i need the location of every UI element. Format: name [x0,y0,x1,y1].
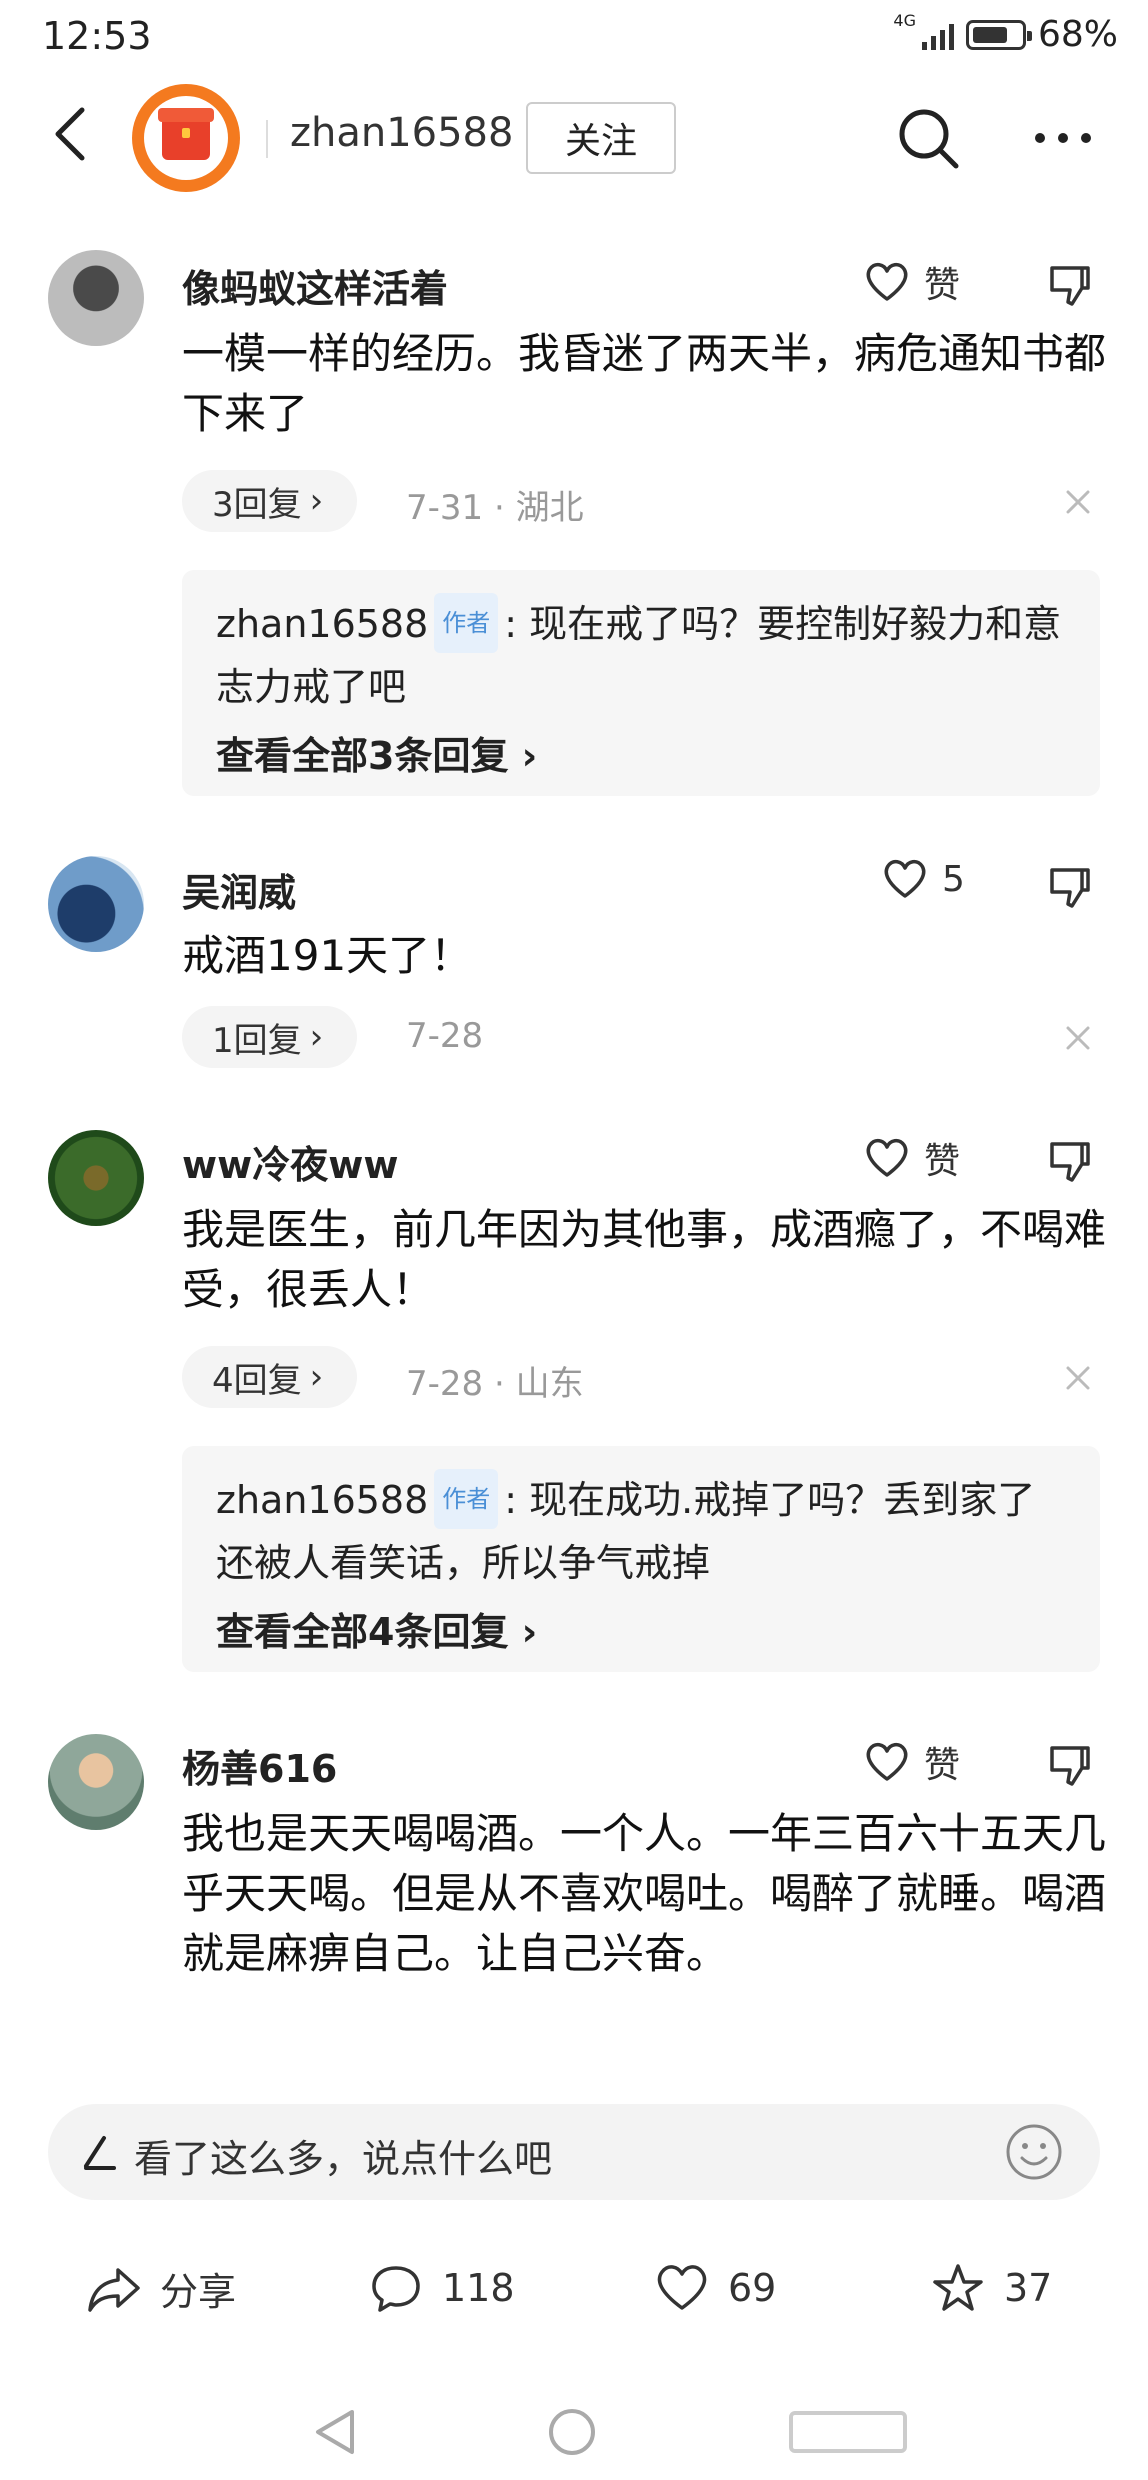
reply-count-button[interactable]: 3回复 › [182,470,358,532]
dislike-icon[interactable] [1046,1138,1094,1186]
sub-reply-box[interactable]: zhan16588 作者: 现在戒了吗？要控制好毅力和意志力戒了吧 查看全部3条回… [182,570,1100,796]
comment-text: 戒酒191天了！ [182,931,473,980]
nav-recents-icon[interactable] [788,2410,908,2454]
like-button[interactable]: 5 [882,858,965,900]
heart-icon [866,262,908,301]
reply-count-button[interactable]: 4回复 › [182,1346,358,1408]
heart-icon [657,2265,707,2310]
battery-icon [965,19,1032,50]
comment-text: 我是医生，前几年因为其他事，成酒瘾了，不喝难受，很丢人！ [182,1205,1107,1314]
view-all-label: 查看全部3条回复 [216,734,509,778]
like-count: 5 [942,858,965,900]
status-time: 12:53 [42,14,152,58]
sub-reply-author[interactable]: zhan16588 [216,602,428,646]
favorite-count: 37 [1004,2266,1053,2310]
divider [266,120,268,158]
comment-text: 我也是天天喝喝酒。一个人。一年三百六十五天几乎天天喝。但是从不喜欢喝吐。喝醉了就… [182,1809,1107,1978]
star-icon [933,2264,983,2311]
commenter-name[interactable]: 杨善616 [182,1738,337,1793]
heart-icon [866,1742,908,1781]
commenter-avatar[interactable] [48,856,144,952]
like-label: 赞 [924,265,961,306]
signal-icon [921,20,954,50]
emoji-icon[interactable] [1004,2122,1064,2182]
comment-icon [372,2266,420,2312]
network-type: 4G [893,11,916,30]
commenter-avatar[interactable] [48,1130,144,1226]
nav-back-icon[interactable] [312,2406,360,2458]
view-all-replies-link[interactable]: 查看全部4条回复 › [216,1601,1066,1656]
share-button[interactable]: 分享 [86,2260,236,2316]
top-bar: zhan16588 关注 [0,78,1148,198]
sub-reply-author[interactable]: zhan16588 [216,1478,428,1522]
like-button[interactable]: 赞 [864,1736,960,1788]
chevron-right-icon: › [309,481,324,521]
close-icon[interactable] [1062,1362,1094,1394]
heart-icon [884,859,926,898]
reply-count: 4回复 [212,1360,302,1401]
commenter-name[interactable]: ww冷夜ww [182,1134,398,1189]
commenter-avatar[interactable] [48,1734,144,1830]
close-icon[interactable] [1062,486,1094,518]
nav-home-icon[interactable] [546,2406,598,2458]
follow-button[interactable]: 关注 [526,102,676,174]
search-icon[interactable] [896,106,962,172]
reply-count-button[interactable]: 1回复 › [182,1006,358,1068]
comment-input-placeholder[interactable]: 看了这么多，说点什么吧 [134,2128,552,2183]
commenter-name[interactable]: 像蚂蚁这样活着 [182,258,448,313]
share-icon [88,2268,140,2312]
chevron-right-icon: › [309,1017,324,1057]
author-username[interactable]: zhan16588 [290,110,513,156]
chevron-right-icon: › [309,1357,324,1397]
share-label: 分享 [160,2269,237,2314]
like-count: 69 [728,2266,777,2310]
pen-icon [84,2136,116,2170]
dislike-icon[interactable] [1046,1742,1094,1790]
dislike-icon[interactable] [1046,864,1094,912]
system-nav-bar [0,2380,1148,2480]
sub-reply-box[interactable]: zhan16588 作者: 现在成功.戒掉了吗？丢到家了还被人看笑话，所以争气戒掉… [182,1446,1100,1672]
sub-reply-line: zhan16588 作者: 现在戒了吗？要控制好毅力和意志力戒了吧 [216,593,1066,715]
comment-count: 118 [442,2266,515,2310]
dislike-icon[interactable] [1046,262,1094,310]
reply-count: 1回复 [212,1020,302,1061]
view-all-label: 查看全部4条回复 [216,1610,509,1654]
close-icon[interactable] [1062,1022,1094,1054]
comment-input-bar[interactable]: 看了这么多，说点什么吧 [48,2104,1100,2200]
battery-level: 68% [1037,14,1118,55]
more-options-icon[interactable] [1030,118,1096,158]
like-button[interactable]: 赞 [864,1132,960,1184]
like-label: 赞 [924,1141,961,1182]
author-avatar[interactable] [132,84,240,192]
reply-count: 3回复 [212,484,302,525]
heart-icon [866,1138,908,1177]
sub-reply-line: zhan16588 作者: 现在成功.戒掉了吗？丢到家了还被人看笑话，所以争气戒掉 [216,1469,1066,1591]
favorite-button[interactable]: 37 [930,2260,1052,2316]
back-arrow-icon[interactable] [44,104,104,164]
like-label: 赞 [924,1745,961,1786]
comments-button[interactable]: 118 [368,2260,515,2316]
commenter-name[interactable]: 吴润威 [182,862,296,917]
comment-meta: 7-28 [406,1016,484,1056]
commenter-avatar[interactable] [48,250,144,346]
comment-text: 一模一样的经历。我昏迷了两天半，病危通知书都下来了 [182,329,1107,438]
author-tag: 作者 [434,593,499,653]
comment-meta: 7-31 · 湖北 [406,488,584,528]
author-tag: 作者 [434,1469,499,1529]
like-button[interactable]: 赞 [864,256,960,308]
view-all-replies-link[interactable]: 查看全部3条回复 › [216,725,1066,780]
action-bar: 分享 118 69 37 [0,2240,1148,2340]
status-bar: 12:53 4G 68% [0,0,1148,72]
comment-meta: 7-28 · 山东 [406,1364,584,1404]
like-post-button[interactable]: 69 [654,2260,776,2316]
